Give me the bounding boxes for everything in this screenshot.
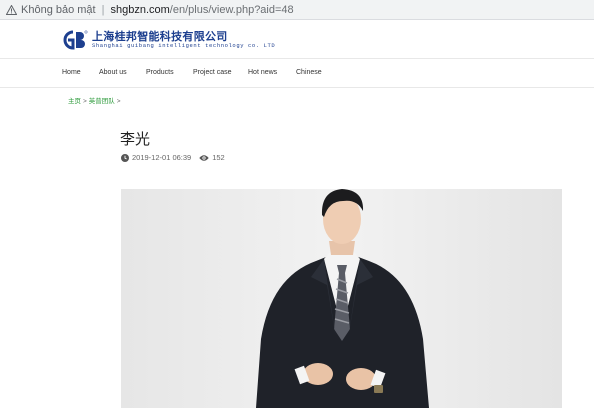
address-divider: | xyxy=(101,3,105,16)
nav-item-about-us[interactable]: About us xyxy=(99,69,127,76)
article-photo xyxy=(121,189,562,408)
portrait-illustration xyxy=(121,189,562,408)
breadcrumb: 主页 > 英普团队 > xyxy=(68,95,123,105)
security-status-label[interactable]: Không bảo mật xyxy=(21,4,96,16)
nav-item-hot-news[interactable]: Hot news xyxy=(248,69,277,76)
clock-icon xyxy=(121,153,129,162)
warning-icon[interactable] xyxy=(5,4,17,16)
page-title: 李光 xyxy=(120,131,151,148)
breadcrumb-separator: > xyxy=(83,98,87,105)
company-logo-icon[interactable] xyxy=(62,30,88,50)
view-count: 152 xyxy=(212,153,225,162)
breadcrumb-section-link[interactable]: 英普团队 xyxy=(89,98,115,105)
nav-item-home[interactable]: Home xyxy=(62,69,81,76)
nav-item-products[interactable]: Products xyxy=(146,69,174,76)
url-path: /en/plus/view.php?aid=48 xyxy=(169,3,294,16)
browser-address-bar[interactable]: Không bảo mật | shgbzn.com/en/plus/view.… xyxy=(0,0,594,20)
main-navigation: Home About us Products Project case Hot … xyxy=(0,59,594,87)
site-header xyxy=(0,20,594,57)
nav-item-chinese[interactable]: Chinese xyxy=(296,69,322,76)
nav-divider-bottom xyxy=(0,87,594,88)
eye-icon xyxy=(199,154,209,161)
breadcrumb-separator: > xyxy=(116,98,121,105)
url-host: shgbzn.com xyxy=(110,3,170,16)
publish-date: 2019-12-01 06:39 xyxy=(132,153,192,162)
nav-item-project-case[interactable]: Project case xyxy=(193,69,232,76)
url-text[interactable]: shgbzn.com/en/plus/view.php?aid=48 xyxy=(110,4,293,16)
article-meta: 2019-12-01 06:39 152 xyxy=(121,153,225,162)
company-name-english: Shanghai guibang intelligent technology … xyxy=(92,42,276,49)
breadcrumb-home-link[interactable]: 主页 xyxy=(68,98,81,105)
